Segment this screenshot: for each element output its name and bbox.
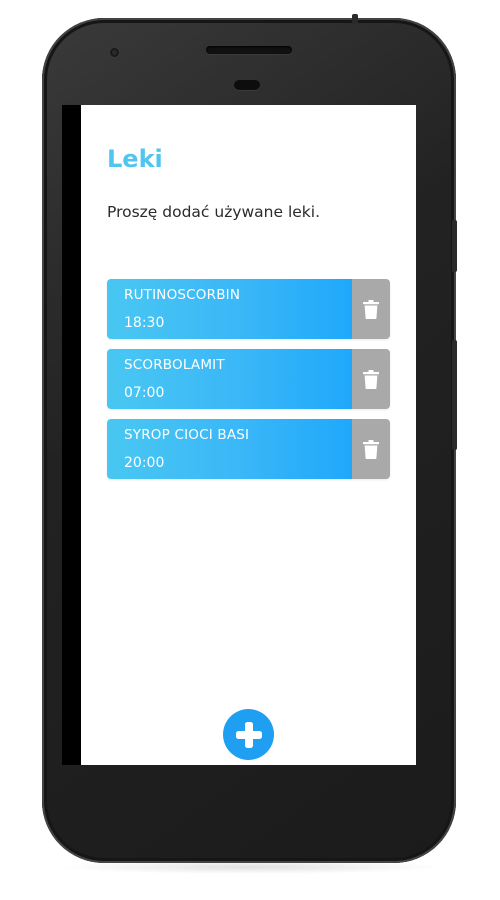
phone-screen: Leki Proszę dodać używane leki. RUTINOSC…	[62, 105, 416, 765]
proximity-sensor	[234, 80, 260, 90]
medication-time: 18:30	[124, 315, 165, 331]
medication-name: SYROP CIOCI BASI	[124, 427, 250, 443]
medications-screen: Leki Proszę dodać używane leki. RUTINOSC…	[81, 105, 416, 765]
medication-name: SCORBOLAMIT	[124, 357, 225, 373]
phone-top-button	[352, 14, 358, 24]
page-title: Leki	[107, 145, 163, 173]
front-camera-icon	[110, 48, 119, 57]
delete-medication-button[interactable]	[352, 419, 390, 479]
earpiece-speaker	[206, 46, 292, 54]
medication-time: 07:00	[124, 385, 165, 401]
medication-item[interactable]: SYROP CIOCI BASI 20:00	[107, 419, 390, 479]
medication-list: RUTINOSCORBIN 18:30 SCORBOLAMIT 07:00 SY…	[107, 279, 390, 489]
medication-info[interactable]: SCORBOLAMIT 07:00	[107, 349, 352, 409]
add-medication-button[interactable]	[223, 709, 274, 760]
trash-icon	[363, 299, 379, 319]
medication-item[interactable]: SCORBOLAMIT 07:00	[107, 349, 390, 409]
plus-icon	[235, 721, 262, 748]
device-mockup: Leki Proszę dodać używane leki. RUTINOSC…	[0, 0, 500, 900]
medication-name: RUTINOSCORBIN	[124, 287, 241, 303]
phone-volume-button	[452, 340, 457, 450]
delete-medication-button[interactable]	[352, 279, 390, 339]
trash-icon	[363, 369, 379, 389]
trash-icon	[363, 439, 379, 459]
delete-medication-button[interactable]	[352, 349, 390, 409]
medication-info[interactable]: RUTINOSCORBIN 18:30	[107, 279, 352, 339]
phone-power-button	[452, 220, 457, 272]
medication-item[interactable]: RUTINOSCORBIN 18:30	[107, 279, 390, 339]
page-subtitle: Proszę dodać używane leki.	[107, 203, 321, 221]
medication-time: 20:00	[124, 455, 165, 471]
medication-info[interactable]: SYROP CIOCI BASI 20:00	[107, 419, 352, 479]
